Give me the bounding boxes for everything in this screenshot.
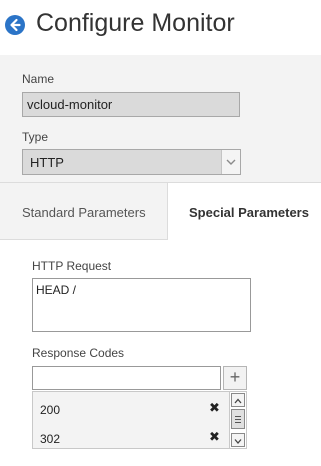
http-request-textarea[interactable]: HEAD / [32,278,251,332]
list-item: 200 ✖ [33,394,229,422]
list-scrollbar[interactable] [229,392,246,448]
close-icon[interactable]: ✖ [209,400,220,416]
chevron-down-icon[interactable] [221,150,240,174]
type-select[interactable]: HTTP [22,149,241,175]
http-request-label: HTTP Request [32,259,112,273]
tab-standard-parameters[interactable]: Standard Parameters [0,182,168,240]
tab-label: Standard Parameters [22,205,146,220]
page-title: Configure Monitor [36,9,235,37]
add-response-code-button[interactable]: + [223,366,247,390]
response-code-input[interactable] [32,366,221,390]
back-button[interactable] [5,15,25,35]
response-code-list: 200 ✖ 302 ✖ [32,391,247,449]
response-code-value: 302 [40,432,61,446]
tab-special-parameters[interactable]: Special Parameters [168,182,321,240]
response-code-value: 200 [40,403,61,417]
name-field[interactable]: vcloud-monitor [22,92,240,117]
type-select-value: HTTP [30,155,64,170]
back-arrow-icon [10,18,21,32]
response-codes-label: Response Codes [32,346,125,360]
plus-icon: + [229,367,241,387]
type-label: Type [22,130,49,144]
scroll-down-icon[interactable] [231,433,245,447]
tab-label: Special Parameters [189,205,309,220]
name-label: Name [22,72,55,86]
list-item: 302 ✖ [33,423,229,451]
scroll-up-icon[interactable] [231,393,245,407]
scrollbar-thumb[interactable] [231,409,245,429]
close-icon[interactable]: ✖ [209,429,220,445]
